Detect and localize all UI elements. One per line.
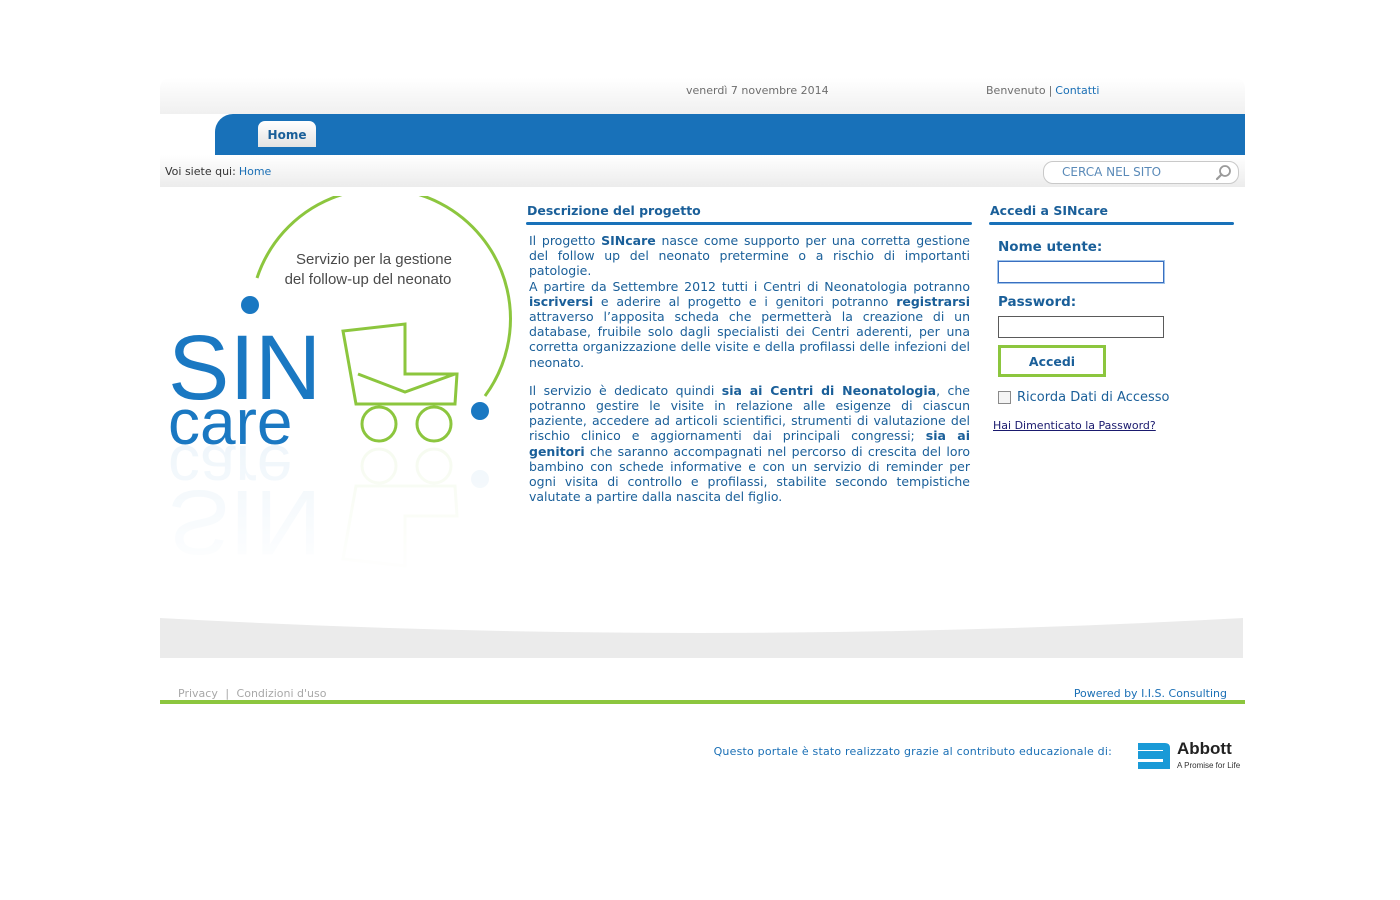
svg-text:A Promise for Life: A Promise for Life xyxy=(1177,761,1241,770)
search-input[interactable] xyxy=(1062,165,1212,179)
separator: | xyxy=(1048,84,1053,97)
footer-separator: | xyxy=(225,687,230,700)
search-icon[interactable] xyxy=(1214,163,1234,183)
top-bar: venerdì 7 novembre 2014 Benvenuto | Contat… xyxy=(160,78,1245,114)
logo-dot xyxy=(241,296,259,314)
footer-links: Privacy | Condizioni d'uso xyxy=(178,687,327,700)
project-description: Descrizione del progetto Il progetto SIN… xyxy=(526,203,972,517)
contact-link[interactable]: Contatti xyxy=(1055,84,1099,97)
description-paragraph-1: Il progetto SINcare nasce come supporto … xyxy=(529,233,970,370)
description-title: Descrizione del progetto xyxy=(527,203,701,218)
login-button[interactable]: Accedi xyxy=(998,345,1106,377)
terms-link[interactable]: Condizioni d'uso xyxy=(237,687,327,700)
abbott-logo-icon[interactable]: Abbott A Promise for Life xyxy=(1135,738,1245,772)
privacy-link[interactable]: Privacy xyxy=(178,687,218,700)
logo-tagline-1: Servizio per la gestione xyxy=(296,251,452,268)
logo-dot xyxy=(471,402,489,420)
svg-text:Abbott: Abbott xyxy=(1177,739,1232,758)
login-title: Accedi a SINcare xyxy=(990,203,1108,218)
footer-divider xyxy=(160,700,1245,704)
remember-label[interactable]: Ricorda Dati di Accesso xyxy=(1017,390,1169,405)
powered-by-link[interactable]: Powered by I.I.S. Consulting xyxy=(1074,687,1227,700)
footer-wave xyxy=(160,618,1243,658)
description-body: Il progetto SINcare nasce come supporto … xyxy=(529,233,970,504)
forgot-password-link[interactable]: Hai Dimenticato la Password? xyxy=(993,419,1234,432)
breadcrumb-prefix: Voi siete qui: xyxy=(165,165,236,178)
page: venerdì 7 novembre 2014 Benvenuto | Contat… xyxy=(160,78,1245,778)
password-field[interactable] xyxy=(998,316,1164,338)
current-date: venerdì 7 novembre 2014 xyxy=(686,84,829,97)
sincare-logo: Servizio per la gestione del follow-up d… xyxy=(160,196,520,581)
breadcrumb-home-link[interactable]: Home xyxy=(239,165,271,178)
description-divider xyxy=(526,222,972,225)
username-label: Nome utente: xyxy=(998,239,1103,255)
login-panel: Accedi a SINcare Nome utente: Password: … xyxy=(989,203,1234,432)
main-nav: Home xyxy=(215,114,1245,155)
tab-home[interactable]: Home xyxy=(258,121,316,147)
breadcrumb-bar: Voi siete qui: Home xyxy=(160,155,1245,187)
welcome-area: Benvenuto | Contatti xyxy=(986,84,1099,97)
breadcrumb: Voi siete qui: Home xyxy=(165,165,271,178)
remember-row: Ricorda Dati di Accesso xyxy=(998,390,1234,405)
remember-checkbox[interactable] xyxy=(998,391,1011,404)
logo-tagline-2: del follow-up del neonato xyxy=(285,271,452,288)
site-search xyxy=(1043,161,1239,184)
welcome-text: Benvenuto xyxy=(986,84,1046,97)
stroller-icon xyxy=(341,322,459,443)
description-paragraph-2: Il servizio è dedicato quindi sia ai Cen… xyxy=(529,382,971,505)
sponsor-text: Questo portale è stato realizzato grazie… xyxy=(713,745,1112,758)
login-divider xyxy=(989,222,1234,225)
password-label: Password: xyxy=(998,294,1077,310)
username-field[interactable] xyxy=(998,261,1164,283)
